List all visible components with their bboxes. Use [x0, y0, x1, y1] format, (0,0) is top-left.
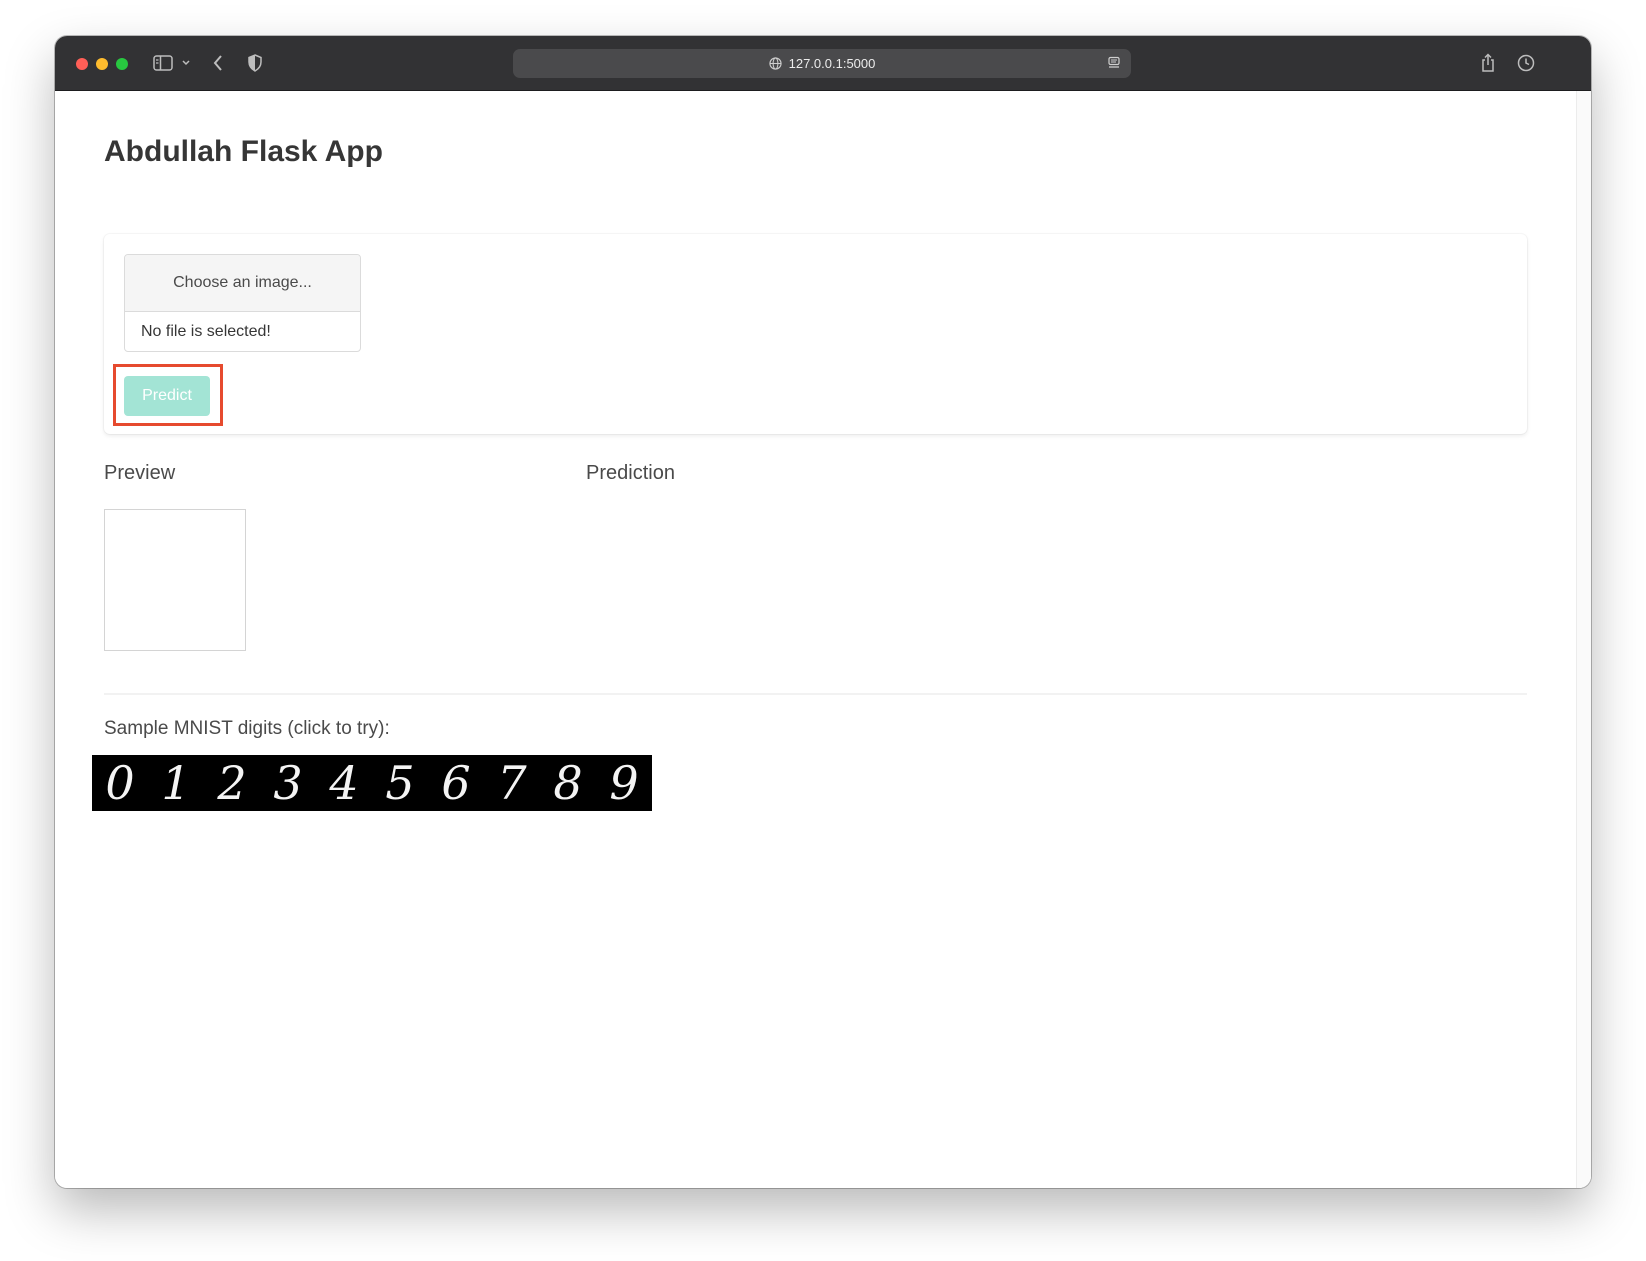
page-content: Abdullah Flask App Choose an image... No… [55, 91, 1591, 1188]
divider [104, 693, 1527, 695]
samples-label: Sample MNIST digits (click to try): [104, 718, 390, 739]
back-icon[interactable] [210, 50, 226, 76]
sample-digit-6[interactable]: 6 [428, 755, 484, 811]
sample-digit-7[interactable]: 7 [484, 755, 540, 811]
file-status: No file is selected! [141, 322, 271, 340]
predict-button[interactable]: Predict [124, 376, 210, 416]
sample-digit-8[interactable]: 8 [540, 755, 596, 811]
preview-image [104, 509, 246, 651]
url-text: 127.0.0.1:5000 [788, 56, 876, 71]
sample-digit-4[interactable]: 4 [316, 755, 372, 811]
share-icon[interactable] [1479, 50, 1497, 76]
sample-digit-2[interactable]: 2 [204, 755, 260, 811]
shield-icon[interactable] [246, 50, 264, 76]
address-bar[interactable]: 127.0.0.1:5000 [513, 49, 1131, 78]
browser-toolbar: 127.0.0.1:5000 [55, 36, 1591, 91]
sample-digit-5[interactable]: 5 [372, 755, 428, 811]
choose-image-button[interactable]: Choose an image... [125, 255, 360, 312]
upload-card: Choose an image... No file is selected! … [104, 234, 1527, 434]
history-icon[interactable] [1516, 50, 1536, 76]
sample-digit-3[interactable]: 3 [260, 755, 316, 811]
sidebar-icon[interactable] [151, 50, 175, 76]
sample-digits-strip: 0 1 2 3 4 5 6 7 8 9 [92, 755, 652, 811]
minimize-window-button[interactable] [96, 58, 108, 70]
sample-digit-0[interactable]: 0 [92, 755, 148, 811]
sample-digit-1[interactable]: 1 [148, 755, 204, 811]
globe-icon [768, 57, 782, 70]
reader-icon[interactable] [1107, 56, 1121, 70]
preview-heading: Preview [104, 462, 176, 484]
zoom-window-button[interactable] [116, 58, 128, 70]
browser-window: 127.0.0.1:5000 Abdullah Flask App Choose… [55, 36, 1591, 1188]
page-title: Abdullah Flask App [104, 135, 383, 168]
file-upload[interactable]: Choose an image... No file is selected! [124, 254, 361, 352]
chevron-down-icon[interactable] [179, 50, 193, 76]
close-window-button[interactable] [76, 58, 88, 70]
prediction-heading: Prediction [586, 462, 675, 484]
scrollbar[interactable] [1576, 91, 1591, 1188]
sample-digit-9[interactable]: 9 [596, 755, 652, 811]
